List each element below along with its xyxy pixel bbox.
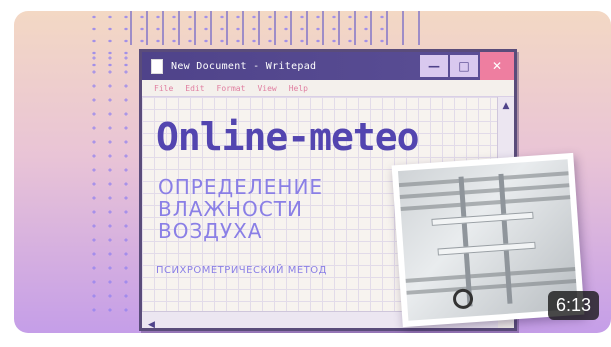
close-button[interactable]: ✕ xyxy=(480,52,514,80)
menu-view[interactable]: View xyxy=(257,84,276,93)
menu-file[interactable]: File xyxy=(154,84,173,93)
dot-grid-decoration-left xyxy=(86,51,141,321)
arrow-up-icon[interactable]: ▲ xyxy=(498,101,514,111)
subtitle: ПСИХРОМЕТРИЧЕСКИЙ МЕТОД xyxy=(156,265,327,276)
headline: Online-meteo xyxy=(156,115,420,159)
title-line-3: ВОЗДУХА xyxy=(158,219,263,243)
title-line-1: ОПРЕДЕЛЕНИЕ xyxy=(158,175,324,199)
title-line-2: ВЛАЖНОСТИ xyxy=(158,197,303,221)
maximize-button[interactable]: □ xyxy=(450,55,478,77)
ruler-ticks-decoration xyxy=(130,11,430,45)
menu-edit[interactable]: Edit xyxy=(185,84,204,93)
window-title: New Document - Writepad xyxy=(171,60,317,72)
document-icon xyxy=(151,58,163,74)
menu-bar: File Edit Format View Help xyxy=(142,80,514,97)
duration-badge: 6:13 xyxy=(547,291,599,320)
video-thumbnail[interactable]: New Document - Writepad — □ ✕ File Edit … xyxy=(14,11,611,333)
arrow-left-icon[interactable]: ◀ xyxy=(148,320,155,330)
minimize-button[interactable]: — xyxy=(420,55,448,77)
menu-format[interactable]: Format xyxy=(217,84,246,93)
window-titlebar[interactable]: New Document - Writepad — □ ✕ xyxy=(142,52,514,80)
menu-help[interactable]: Help xyxy=(289,84,308,93)
